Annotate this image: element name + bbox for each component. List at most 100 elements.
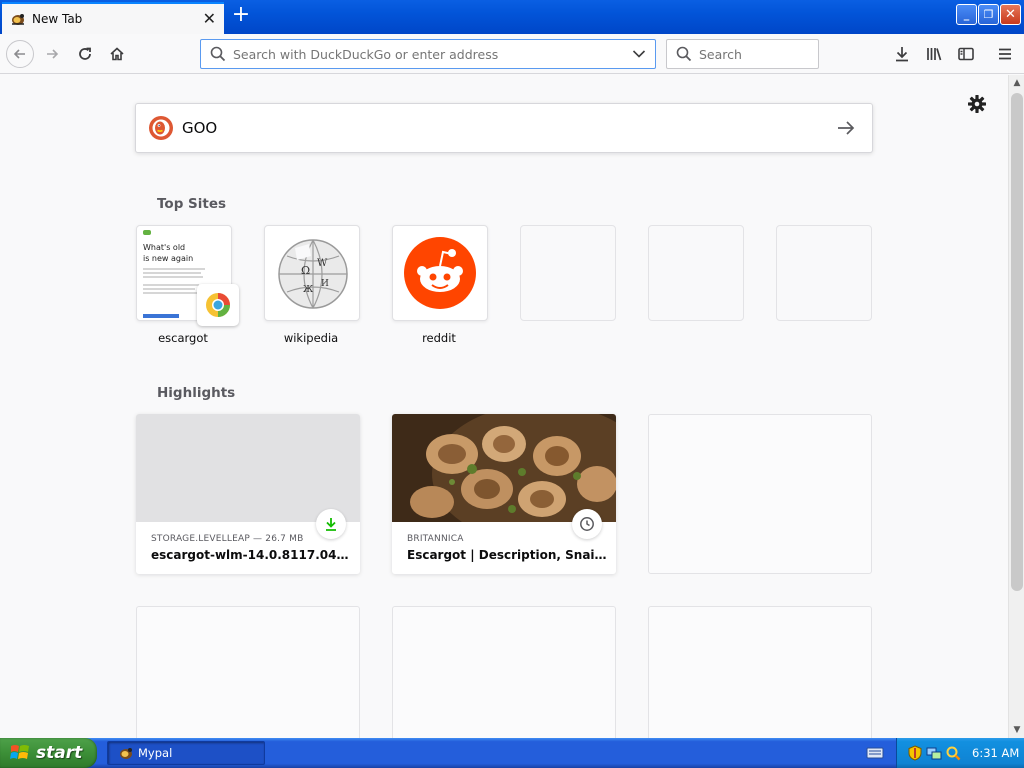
taskbar: start Mypal 6:31 AM (0, 738, 1024, 768)
preview-line (143, 292, 197, 294)
top-site-empty (520, 225, 616, 321)
vertical-scrollbar[interactable]: ▲ ▼ (1008, 75, 1024, 738)
top-site-empty (648, 225, 744, 321)
highlight-context: STORAGE.LEVELLEAP — 26.7 MB (151, 534, 304, 544)
page-search-box[interactable] (135, 103, 873, 153)
security-shield-icon[interactable] (907, 745, 923, 761)
url-input[interactable] (233, 46, 629, 62)
highlights-heading: Highlights (157, 385, 236, 401)
tab-new-tab[interactable]: New Tab ✕ (2, 2, 224, 34)
scroll-down-arrow-icon[interactable]: ▼ (1009, 722, 1024, 738)
reload-button[interactable] (71, 40, 99, 68)
highlight-empty (648, 606, 872, 738)
highlight-badge (316, 509, 346, 539)
sidebar-button[interactable] (954, 42, 978, 66)
reddit-logo-icon (404, 237, 476, 309)
highlight-title: escargot-wlm-14.0.8117.0416-e... (151, 548, 351, 562)
highlight-image-placeholder (136, 414, 360, 522)
taskbar-item-label: Mypal (138, 746, 173, 760)
svg-text:W: W (317, 258, 328, 269)
search-icon (210, 46, 226, 62)
restore-button[interactable]: ❐ (978, 4, 999, 25)
scroll-up-arrow-icon[interactable]: ▲ (1009, 75, 1024, 91)
highlight-card-britannica[interactable]: BRITANNICA Escargot | Description, Snail… (392, 414, 616, 574)
reload-icon (79, 47, 91, 60)
highlight-empty (136, 606, 360, 738)
system-tray: 6:31 AM (896, 738, 1024, 768)
top-site-label: wikipedia (283, 331, 339, 345)
top-site-label: reddit (422, 331, 456, 345)
preview-line (143, 276, 203, 278)
top-sites-heading: Top Sites (157, 196, 227, 212)
top-site-label: escargot (158, 331, 208, 345)
navigation-toolbar (0, 34, 1024, 74)
library-icon (927, 48, 942, 61)
start-label: start (36, 743, 83, 763)
tab-close-icon[interactable]: ✕ (203, 11, 216, 27)
preview-logo (143, 230, 151, 235)
network-icon[interactable] (926, 745, 942, 761)
highlight-empty (648, 414, 872, 574)
windows-logo-icon (10, 745, 29, 759)
home-icon (110, 47, 124, 61)
top-site-escargot[interactable]: What's old is new again (136, 225, 239, 326)
title-bar: New Tab ✕ + _ ❐ ✕ (0, 0, 1024, 34)
clock: 6:31 AM (972, 746, 1020, 760)
taskbar-item-mypal[interactable]: Mypal (107, 741, 265, 765)
highlight-empty (392, 606, 616, 738)
preview-line (143, 268, 205, 270)
downloads-button[interactable] (890, 42, 914, 66)
escargot-logo-icon (206, 293, 230, 317)
page-search-input[interactable] (182, 119, 834, 137)
highlight-context: BRITANNICA (407, 534, 464, 544)
highlight-badge (572, 509, 602, 539)
svg-text:И: И (321, 279, 329, 289)
keyboard-icon[interactable] (866, 745, 884, 761)
svg-text:Ж: Ж (303, 285, 313, 295)
top-site-reddit[interactable] (392, 225, 488, 321)
go-arrow-icon[interactable] (834, 116, 858, 140)
download-icon (326, 518, 336, 531)
url-bar[interactable] (200, 39, 656, 69)
settings-button[interactable] (966, 93, 988, 115)
sidebar-icon (958, 47, 974, 61)
minimize-button[interactable]: _ (956, 4, 977, 25)
menu-button[interactable] (993, 42, 1017, 66)
clock-icon (580, 517, 594, 531)
forward-arrow-icon (47, 49, 59, 59)
highlight-title: Escargot | Description, Snail Typ... (407, 548, 607, 562)
duckduckgo-logo-icon (149, 116, 173, 140)
search-icon[interactable] (945, 745, 961, 761)
new-tab-button[interactable]: + (230, 4, 252, 27)
gear-icon (968, 95, 986, 113)
tab-title: New Tab (32, 12, 83, 26)
top-site-wikipedia[interactable]: Ω W И Ж (264, 225, 360, 321)
menu-icon (999, 48, 1011, 60)
svg-text:Ω: Ω (301, 264, 310, 277)
preview-line (143, 284, 199, 286)
highlight-card-download[interactable]: STORAGE.LEVELLEAP — 26.7 MB escargot-wlm… (136, 414, 360, 574)
url-dropdown-button[interactable] (629, 44, 649, 64)
mypal-favicon-icon (120, 748, 132, 759)
preview-line (143, 288, 195, 290)
home-button[interactable] (103, 40, 131, 68)
wikipedia-globe-icon: Ω W И Ж (278, 239, 348, 309)
mypal-favicon-icon (12, 14, 24, 25)
search-input[interactable] (699, 46, 818, 62)
scrollbar-thumb[interactable] (1011, 93, 1023, 591)
back-arrow-icon (13, 49, 25, 59)
new-tab-page: Top Sites What's old is new again escarg… (0, 75, 1008, 738)
escargot-photo (392, 414, 616, 522)
close-window-button[interactable]: ✕ (1000, 4, 1021, 25)
preview-heading: What's old is new again (143, 243, 194, 263)
chevron-down-icon (632, 50, 646, 58)
back-button[interactable] (6, 40, 34, 68)
start-button[interactable]: start (0, 738, 97, 768)
forward-button[interactable] (38, 40, 66, 68)
preview-line (143, 272, 201, 274)
library-button[interactable] (922, 42, 946, 66)
escargot-badge (197, 284, 239, 326)
search-bar[interactable] (666, 39, 819, 69)
search-icon (676, 46, 692, 62)
downloads-icon (896, 47, 908, 62)
